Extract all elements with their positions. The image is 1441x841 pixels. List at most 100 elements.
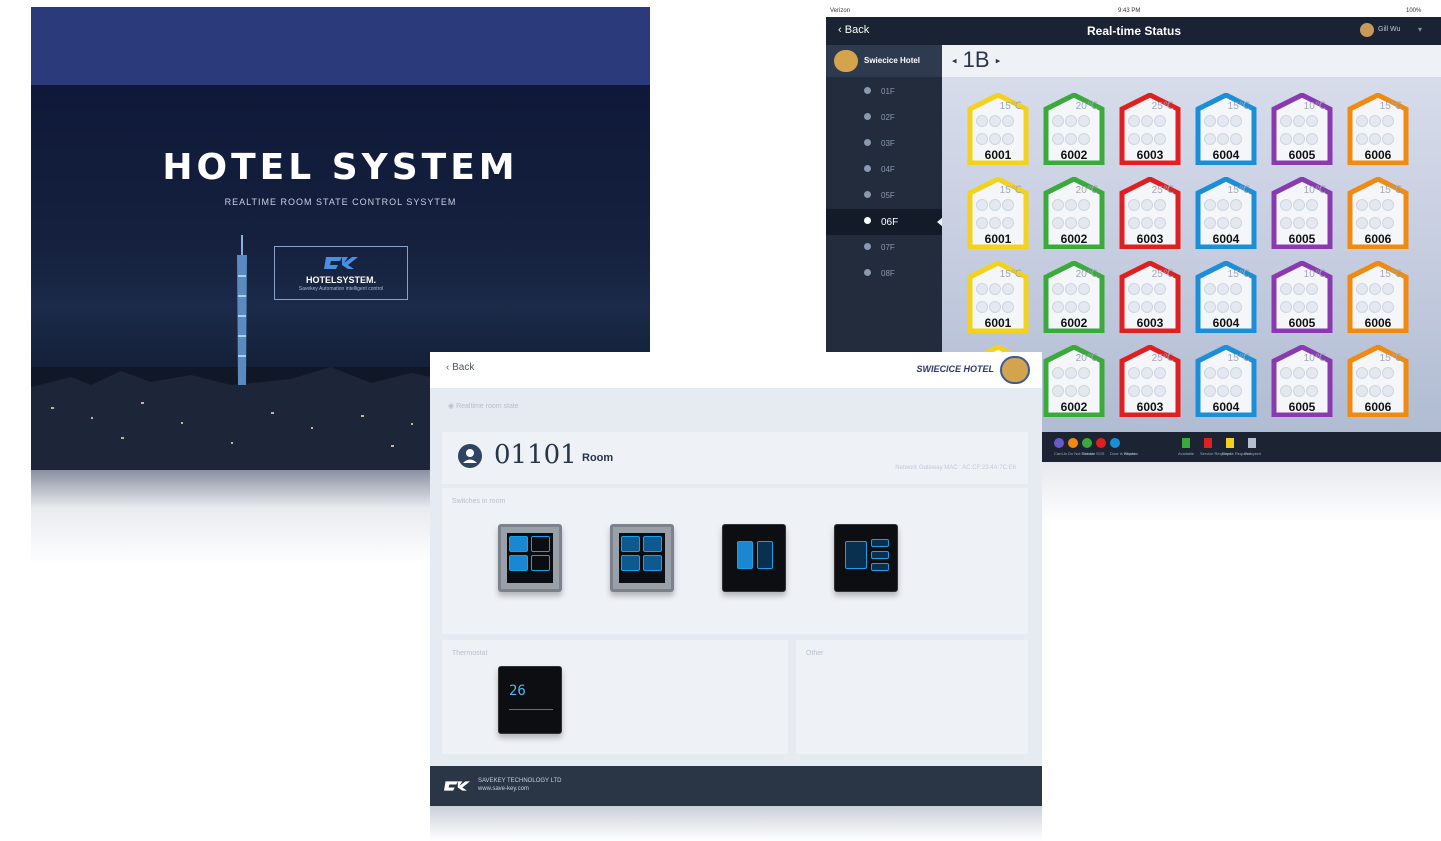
floor-item[interactable]: 01F [826, 79, 942, 105]
room-tile[interactable]: 25℃ 6003 [1118, 345, 1182, 417]
status-dot-icon [1230, 367, 1242, 379]
status-dot-icon [1154, 301, 1166, 313]
floor-item[interactable]: 08F [826, 261, 942, 287]
status-dot-icon [1280, 199, 1292, 211]
thermostat-panel[interactable]: 26 [498, 666, 562, 734]
status-dot-icon [1002, 115, 1014, 127]
room-tile[interactable]: 10℃ 6005 [1270, 345, 1334, 417]
room-number: 01101 [494, 440, 577, 470]
status-dot-icon [1217, 367, 1229, 379]
status-dot-icon [1382, 385, 1394, 397]
footer-url[interactable]: www.save-key.com [478, 786, 529, 792]
switch-panel-3[interactable] [722, 524, 786, 592]
room-status-icons [1280, 199, 1326, 235]
status-dot-icon [1154, 385, 1166, 397]
switch-panel-4[interactable] [834, 524, 898, 592]
room-tile[interactable]: 15℃ 6004 [1194, 93, 1258, 165]
building-prev-icon[interactable]: ◂ [952, 56, 957, 66]
status-dot-icon [1230, 301, 1242, 313]
status-reflection [1040, 462, 1441, 522]
room-tile[interactable]: 15℃ 6001 [966, 261, 1030, 333]
room-tile[interactable]: 15℃ 6004 [1194, 261, 1258, 333]
savekey-logo-icon [324, 257, 358, 269]
room-temp: 15℃ [999, 101, 1022, 112]
user-name[interactable]: Gill Wu [1378, 26, 1400, 33]
status-dot-icon [1065, 115, 1077, 127]
room-tile[interactable]: 10℃ 6005 [1270, 93, 1334, 165]
status-dot-icon [1306, 367, 1318, 379]
legend-label: Repair [1124, 451, 1136, 456]
room-number: 6001 [984, 148, 1012, 162]
breadcrumb[interactable]: ◉ Realtime room state [448, 402, 519, 410]
room-tile[interactable]: 15℃ 6006 [1346, 345, 1410, 417]
switches-section: Switches in room [442, 488, 1028, 634]
status-dot-icon [1141, 115, 1153, 127]
room-number: 6002 [1060, 316, 1088, 330]
room-status-icons [1280, 283, 1326, 319]
room-tile[interactable]: 25℃ 6003 [1118, 93, 1182, 165]
ios-status-bar: Verizon 9:43 PM 100% [826, 7, 1441, 17]
room-tile[interactable]: 15℃ 6004 [1194, 345, 1258, 417]
room-tile[interactable]: 10℃ 6005 [1270, 261, 1334, 333]
detail-hotel-name: SWIECICE HOTEL [916, 364, 994, 374]
status-dot-icon [1293, 217, 1305, 229]
room-tile[interactable]: 20℃ 6002 [1042, 93, 1106, 165]
status-dot-icon [1128, 385, 1140, 397]
room-tile[interactable]: 15℃ 6001 [966, 93, 1030, 165]
status-dot-icon [1280, 133, 1292, 145]
room-temp: 20℃ [1075, 353, 1098, 364]
floor-item[interactable]: 03F [826, 131, 942, 157]
room-tile[interactable]: 10℃ 6005 [1270, 177, 1334, 249]
building-next-icon[interactable]: ▸ [996, 56, 1001, 66]
room-tile[interactable]: 20℃ 6002 [1042, 261, 1106, 333]
status-dot-icon [1306, 385, 1318, 397]
floor-item[interactable]: 02F [826, 105, 942, 131]
floor-icon [864, 87, 871, 94]
status-dot-icon [1356, 199, 1368, 211]
room-number: 6005 [1288, 148, 1316, 162]
room-status-icons [1280, 367, 1326, 403]
room-status-icons [1204, 367, 1250, 403]
room-status-icons [1204, 115, 1250, 151]
legend-label: Card-In [1054, 451, 1068, 456]
status-dot-icon [1306, 133, 1318, 145]
status-dot-icon [1002, 217, 1014, 229]
floor-icon [864, 217, 871, 224]
building-selector[interactable]: ◂ 1B ▸ [952, 47, 1000, 73]
room-tile[interactable]: 20℃ 6002 [1042, 345, 1106, 417]
user-avatar[interactable] [1360, 23, 1374, 37]
building-label: 1B [962, 47, 990, 72]
floor-item[interactable]: 06F [826, 209, 943, 235]
legend-status-icon [1226, 438, 1234, 448]
room-tile[interactable]: 15℃ 6001 [966, 177, 1030, 249]
status-dot-icon [1382, 367, 1394, 379]
room-tile[interactable]: 20℃ 6002 [1042, 177, 1106, 249]
detail-back-button[interactable]: ‹ Back [446, 362, 474, 373]
status-dot-icon [1065, 385, 1077, 397]
status-dot-icon [1052, 283, 1064, 295]
room-number: 6003 [1136, 316, 1164, 330]
switches-title: Switches in room [452, 498, 506, 505]
status-dot-icon [1293, 367, 1305, 379]
gateway-mac: Network Gateway MAC : AC:CF:23:4A:7C:E6 [895, 465, 1016, 471]
switch-panel-2[interactable] [610, 524, 674, 592]
room-status-icons [1356, 199, 1402, 235]
floor-item[interactable]: 05F [826, 183, 942, 209]
status-dot-icon [1128, 199, 1140, 211]
status-dot-icon [1141, 367, 1153, 379]
room-tile[interactable]: 15℃ 6006 [1346, 93, 1410, 165]
showcase-canvas: HOTEL SYSTEM REALTIME ROOM STATE CONTROL… [0, 0, 1441, 841]
legend-label: SOS [1096, 451, 1105, 456]
floor-item[interactable]: 07F [826, 235, 942, 261]
switch-panel-1[interactable] [498, 524, 562, 592]
room-tile[interactable]: 25℃ 6003 [1118, 177, 1182, 249]
room-status-icons [1280, 115, 1326, 151]
room-tile[interactable]: 15℃ 6006 [1346, 177, 1410, 249]
room-number: 6005 [1288, 316, 1316, 330]
user-menu-caret-icon[interactable]: ▾ [1418, 25, 1422, 34]
room-tile[interactable]: 15℃ 6004 [1194, 177, 1258, 249]
room-tile[interactable]: 15℃ 6006 [1346, 261, 1410, 333]
status-dot-icon [1230, 199, 1242, 211]
room-tile[interactable]: 25℃ 6003 [1118, 261, 1182, 333]
floor-item[interactable]: 04F [826, 157, 942, 183]
